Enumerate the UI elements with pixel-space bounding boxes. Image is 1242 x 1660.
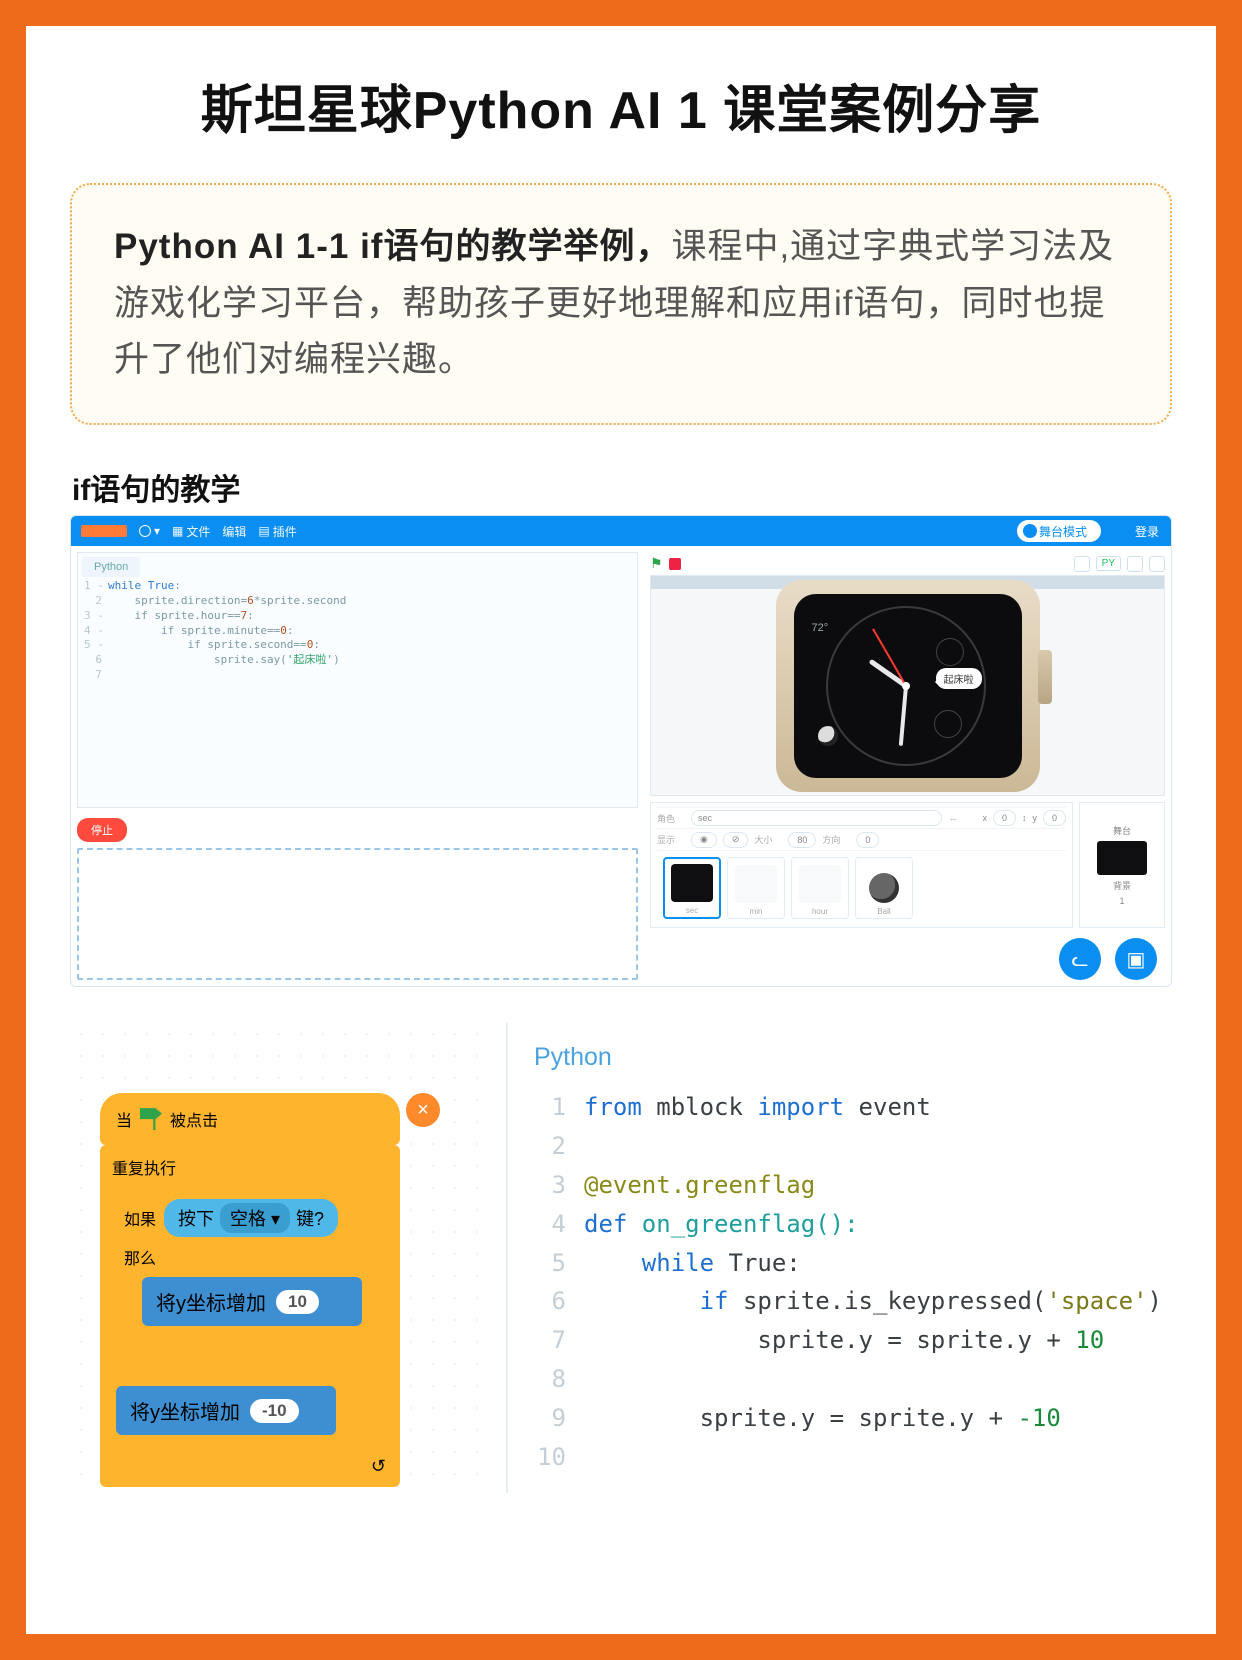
close-button[interactable]: ×	[406, 1093, 440, 1127]
stop-button[interactable]: 停止	[77, 818, 127, 842]
sprite-y[interactable]: 0	[1043, 810, 1066, 826]
green-flag-icon	[140, 1108, 162, 1130]
document-frame: 斯坦星球Python AI 1 课堂案例分享 Python AI 1-1 if语…	[0, 0, 1242, 1660]
stage-panel[interactable]: 舞台 背景 1	[1079, 802, 1165, 928]
minute-hand	[898, 685, 907, 745]
section-heading: if语句的教学	[72, 465, 1172, 509]
watch-temp: 72°	[812, 622, 829, 634]
stage-thumb	[1097, 841, 1147, 875]
python-code[interactable]: 1 2 3 4 5 6 7 8 9 10 from mblock import …	[534, 1088, 1162, 1477]
stage[interactable]: 72° 起床啦	[650, 575, 1165, 796]
ide-screenshot: ▾ ▦ 文件 编辑 ▤ 插件 舞台模式 登录 Python 1 - 2 3 - …	[70, 515, 1172, 987]
page-title: 斯坦星球Python AI 1 课堂案例分享	[70, 68, 1172, 143]
cat-icon: ᓚ	[1071, 947, 1088, 972]
code-text: while True: sprite.direction=6*sprite.se…	[108, 579, 637, 801]
sprite-props: 角色 sec ↔ x 0 ↕ y 0 显示 ◉ ⊘	[650, 802, 1073, 928]
sprite-thumbs: sec min hour Ball	[657, 851, 1066, 925]
image-icon: ▣	[1127, 947, 1146, 972]
hat-block[interactable]: 当 被点击	[100, 1093, 400, 1145]
python-gutter: 1 2 3 4 5 6 7 8 9 10	[534, 1088, 584, 1477]
block-stack[interactable]: 当 被点击 重复执行 如果 按下 空格 ▾ 键?	[100, 1093, 400, 1487]
python-text: from mblock import event @event.greenfla…	[584, 1088, 1162, 1477]
thumb-ball[interactable]: Ball	[855, 857, 913, 919]
subdial-2	[934, 710, 962, 738]
plugin-menu[interactable]: ▤ 插件	[258, 523, 296, 540]
green-flag-icon[interactable]: ⚑	[650, 555, 663, 572]
lang-button[interactable]: ▾	[139, 524, 160, 538]
sprite-panel: 角色 sec ↔ x 0 ↕ y 0 显示 ◉ ⊘	[650, 802, 1165, 928]
login-button[interactable]: 登录	[1135, 516, 1159, 546]
motion-block-1[interactable]: 将y坐标增加 10	[142, 1277, 362, 1326]
watch-face: 72° 起床啦	[794, 594, 1022, 778]
edit-menu[interactable]: 编辑	[222, 523, 246, 540]
python-tab[interactable]: Python	[534, 1043, 1162, 1072]
motion-1-value[interactable]: 10	[276, 1290, 319, 1314]
condition-block[interactable]: 按下 空格 ▾ 键?	[164, 1199, 338, 1237]
console-box[interactable]	[77, 848, 638, 980]
add-sprite-fab[interactable]: ᓚ	[1059, 938, 1101, 980]
python-zone: Python 1 2 3 4 5 6 7 8 9 10 from mblock …	[506, 1023, 1172, 1493]
sprite-row-1: 角色 sec ↔ x 0 ↕ y 0	[657, 807, 1066, 829]
subdial-1	[936, 638, 964, 666]
blocks-zone[interactable]: × 当 被点击 重复执行 如果 按下 空格 ▾	[70, 1023, 496, 1493]
thumb-min[interactable]: min	[727, 857, 785, 919]
loop-arrow-icon: ↺	[371, 1456, 386, 1477]
sprite-name-input[interactable]: sec	[691, 810, 942, 826]
forever-block[interactable]: 重复执行 如果 按下 空格 ▾ 键? 那么 将y坐标增加	[100, 1145, 400, 1487]
py-toggle[interactable]: PY	[1096, 556, 1121, 571]
add-stage-fab[interactable]: ▣	[1115, 938, 1157, 980]
code-panel: Python 1 - 2 3 - 4 - 5 - 6 7 while True:…	[77, 552, 638, 808]
fab-row: ᓚ ▣	[650, 928, 1165, 980]
stage-btn-c[interactable]	[1149, 556, 1165, 572]
thumb-sec[interactable]: sec	[663, 857, 721, 919]
motion-2-value[interactable]: -10	[250, 1399, 299, 1423]
watch-body: 72° 起床啦	[776, 580, 1040, 792]
code-gutter: 1 - 2 3 - 4 - 5 - 6 7	[78, 579, 108, 801]
stop-icon[interactable]	[669, 558, 681, 570]
if-block[interactable]: 如果 按下 空格 ▾ 键? 那么 将y坐标增加 10	[112, 1189, 388, 1362]
file-menu[interactable]: ▦ 文件	[172, 523, 210, 540]
stop-row: 停止	[71, 814, 644, 848]
sprite-dir[interactable]: 0	[856, 832, 879, 848]
intro-box: Python AI 1-1 if语句的教学举例，课程中,通过字典式学习法及游戏化…	[70, 183, 1172, 425]
stage-btn-a[interactable]	[1074, 556, 1090, 572]
hide-toggle[interactable]: ⊘	[723, 832, 749, 848]
forever-label: 重复执行	[112, 1155, 388, 1179]
ide-body: Python 1 - 2 3 - 4 - 5 - 6 7 while True:…	[71, 546, 1171, 986]
key-dropdown[interactable]: 空格 ▾	[220, 1203, 290, 1233]
motion-block-2[interactable]: 将y坐标增加 -10	[116, 1386, 336, 1435]
bottom-row: × 当 被点击 重复执行 如果 按下 空格 ▾	[70, 1023, 1172, 1493]
intro-text: Python AI 1-1 if语句的教学举例，课程中,通过字典式学习法及游戏化…	[114, 219, 1128, 389]
stage-btn-b[interactable]	[1127, 556, 1143, 572]
code-area[interactable]: 1 - 2 3 - 4 - 5 - 6 7 while True: sprite…	[78, 577, 637, 807]
sprite-x[interactable]: 0	[993, 810, 1016, 826]
brand-logo	[81, 525, 127, 537]
ide-topbar: ▾ ▦ 文件 编辑 ▤ 插件 舞台模式 登录	[71, 516, 1171, 546]
code-column: Python 1 - 2 3 - 4 - 5 - 6 7 while True:…	[71, 546, 644, 986]
dial-center	[902, 682, 910, 690]
code-tab[interactable]: Python	[82, 557, 140, 577]
thumb-hour[interactable]: hour	[791, 857, 849, 919]
sprite-size[interactable]: 80	[788, 832, 816, 848]
globe-icon	[139, 525, 151, 537]
intro-lead: Python AI 1-1 if语句的教学举例，	[114, 227, 671, 266]
speech-bubble: 起床啦	[936, 668, 982, 689]
sprite-row-2: 显示 ◉ ⊘ 大小 80 方向 0	[657, 829, 1066, 851]
moon-icon	[818, 726, 838, 746]
stage-mode-button[interactable]: 舞台模式	[1017, 520, 1101, 542]
stage-column: ⚑ PY 72°	[644, 546, 1171, 986]
show-toggle[interactable]: ◉	[691, 832, 717, 848]
stage-bar: ⚑ PY	[650, 552, 1165, 575]
